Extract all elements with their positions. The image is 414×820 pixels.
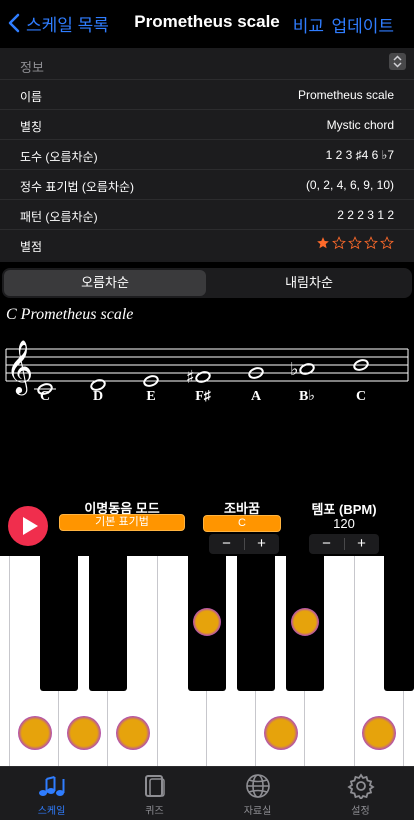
info-label: 도수 (오름차순) xyxy=(20,150,98,164)
flat-icon: ♭ xyxy=(290,359,299,380)
info-label: 패턴 (오름차순) xyxy=(20,210,98,224)
star-empty-icon[interactable] xyxy=(380,236,394,250)
compare-button[interactable]: 비교 xyxy=(293,12,324,37)
update-button[interactable]: 업데이트 xyxy=(331,12,394,37)
transpose-select[interactable]: C xyxy=(203,515,281,532)
info-row-pattern: 패턴 (오름차순) 2 2 2 3 1 2 xyxy=(0,200,414,230)
whole-note xyxy=(195,371,211,383)
info-label: 정수 표기법 (오름차순) xyxy=(20,180,135,194)
note-name-label: C xyxy=(356,389,366,404)
scale-note-marker xyxy=(264,716,298,750)
tab-quiz[interactable]: 퀴즈 xyxy=(103,767,206,820)
tab-library[interactable]: 자료실 xyxy=(206,767,309,820)
whole-note xyxy=(299,363,315,375)
star-empty-icon[interactable] xyxy=(364,236,378,250)
note-name-label: C xyxy=(40,389,50,404)
gear-icon xyxy=(347,773,375,799)
play-button[interactable] xyxy=(8,506,48,546)
back-button[interactable]: 스케일 목록 xyxy=(8,10,109,36)
star-filled-icon[interactable] xyxy=(316,236,330,250)
tab-label: 자료실 xyxy=(243,806,272,817)
info-label: 별점 xyxy=(20,240,43,254)
note-name-label: B♭ xyxy=(299,389,315,404)
back-button-label: 스케일 목록 xyxy=(26,15,109,35)
note-name-label: E xyxy=(146,389,155,404)
tab-bar: 스케일 퀴즈 자료실 설정 xyxy=(0,766,414,820)
transpose-stepper: − + xyxy=(209,534,279,554)
info-row-integer-notation: 정수 표기법 (오름차순) (0, 2, 4, 6, 9, 10) xyxy=(0,170,414,200)
treble-clef-icon: 𝄞 xyxy=(6,339,33,395)
tab-scales[interactable]: 스케일 xyxy=(0,767,103,820)
transpose-increment-button[interactable]: + xyxy=(244,534,279,554)
tempo-stepper: − + xyxy=(309,534,379,554)
descending-segment[interactable]: 내림차순 xyxy=(208,270,410,296)
star-empty-icon[interactable] xyxy=(332,236,346,250)
info-header-label: 정보 xyxy=(20,60,44,75)
star-empty-icon[interactable] xyxy=(348,236,362,250)
info-label: 별칭 xyxy=(20,120,43,134)
info-row-rating: 별점 xyxy=(0,230,414,260)
play-icon xyxy=(23,517,38,535)
staff-svg: 𝄞 C D E ♯F♯ A ♭B♭ C xyxy=(5,339,409,404)
collapse-toggle-button[interactable] xyxy=(389,53,406,70)
piano-black-key-g-sharp[interactable] xyxy=(237,556,275,691)
note-name-label: A xyxy=(251,389,262,404)
up-down-arrows-icon xyxy=(393,55,402,68)
piano-black-key-d-sharp[interactable] xyxy=(89,556,127,691)
transpose-decrement-button[interactable]: − xyxy=(209,534,244,554)
scale-note-marker xyxy=(291,608,319,636)
scale-note-marker xyxy=(193,608,221,636)
sharp-icon: ♯ xyxy=(186,367,195,388)
tab-label: 설정 xyxy=(351,806,370,817)
info-value: 2 2 2 3 1 2 xyxy=(337,208,394,222)
piano-black-key-c-sharp[interactable] xyxy=(40,556,78,691)
info-header: 정보 xyxy=(0,48,414,80)
scale-note-marker xyxy=(362,716,396,750)
order-segmented-control: 오름차순 내림차순 xyxy=(2,268,412,298)
playback-controls: 이명동음 모드 기본 표기법 조바꿈 C − + 템포 (BPM) 120 − … xyxy=(0,494,414,554)
info-label: 이름 xyxy=(20,90,43,104)
scale-note-marker xyxy=(18,716,52,750)
info-row-degrees: 도수 (오름차순) 1 2 3 ♯4 6 ♭7 xyxy=(0,140,414,170)
info-row-name: 이름 Prometheus scale xyxy=(0,80,414,110)
tab-label: 스케일 xyxy=(37,806,66,817)
music-notes-icon xyxy=(39,776,65,796)
enharmonic-mode-select[interactable]: 기본 표기법 xyxy=(59,514,185,531)
info-value: Mystic chord xyxy=(326,118,394,132)
note-name-label: D xyxy=(93,389,103,404)
info-section: 정보 이름 Prometheus scale 별칭 Mystic chord 도… xyxy=(0,48,414,262)
piano-white-key[interactable] xyxy=(0,556,10,766)
staff-notation: C Prometheus scale 𝄞 C D E ♯ F♯ A ♭ B♭ C xyxy=(0,302,414,422)
tempo-increment-button[interactable]: + xyxy=(344,534,379,554)
info-value: Prometheus scale xyxy=(297,88,394,102)
scale-note-marker xyxy=(67,716,101,750)
info-value: 1 2 3 ♯4 6 ♭7 xyxy=(325,148,394,162)
chevron-left-icon xyxy=(8,13,20,33)
tempo-decrement-button[interactable]: − xyxy=(309,534,344,554)
cards-icon xyxy=(145,775,165,797)
info-value: (0, 2, 4, 6, 9, 10) xyxy=(305,178,394,192)
tab-label: 퀴즈 xyxy=(145,806,164,817)
ascending-segment[interactable]: 오름차순 xyxy=(4,270,206,296)
star-rating[interactable] xyxy=(316,236,394,250)
navigation-bar: 스케일 목록 Prometheus scale 비교 업데이트 xyxy=(0,0,414,46)
globe-icon xyxy=(246,774,270,798)
scale-note-marker xyxy=(116,716,150,750)
info-row-alias: 별칭 Mystic chord xyxy=(0,110,414,140)
tempo-value: 120 xyxy=(333,516,355,531)
note-name-label: F♯ xyxy=(195,389,212,404)
piano-keyboard xyxy=(0,556,414,766)
tab-settings[interactable]: 설정 xyxy=(309,767,412,820)
piano-black-key-c-sharp-2[interactable] xyxy=(384,556,414,691)
